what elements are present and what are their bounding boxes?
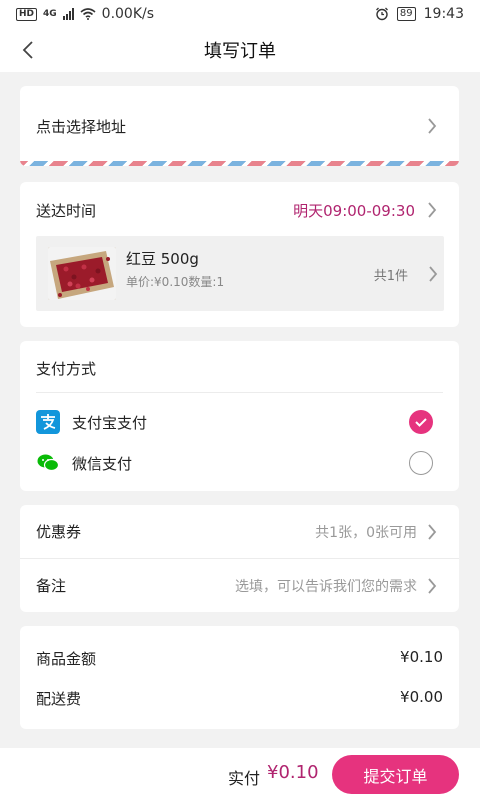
address-label: 点击选择地址 (36, 118, 127, 136)
wifi-icon (80, 8, 96, 20)
goods-amount-row: 商品金额 ¥0.10 (36, 648, 443, 670)
radio-checked-icon[interactable] (409, 410, 433, 434)
goods-amount-label: 商品金额 (36, 650, 97, 668)
address-selector[interactable]: 点击选择地址 (20, 86, 459, 166)
goods-amount-value: ¥0.10 (400, 648, 443, 666)
payment-option-label: 支付宝支付 (72, 413, 148, 432)
submit-order-button[interactable]: 提交订单 (332, 755, 459, 794)
hd-badge: HD (16, 7, 38, 21)
chevron-right-icon (428, 578, 437, 594)
price-summary-card: 商品金额 ¥0.10 配送费 ¥0.00 (20, 626, 459, 729)
checkout-bar: 实付 ¥0.10 提交订单 (0, 748, 480, 800)
clock: 19:43 (423, 6, 464, 22)
total-label: 实付 (228, 769, 261, 788)
extras-card: 优惠券 共1张，0张可用 备注 选填，可以告诉我们您的需求 (20, 505, 459, 612)
chevron-right-icon (429, 266, 438, 282)
chevron-right-icon[interactable] (427, 202, 437, 218)
radio-unchecked-icon[interactable] (409, 451, 433, 475)
payment-method-title: 支付方式 (36, 360, 97, 378)
coupon-value: 共1张，0张可用 (315, 525, 417, 541)
product-image (48, 247, 116, 300)
airmail-border (20, 161, 459, 166)
payment-option-alipay[interactable]: 支付宝支付 (36, 407, 443, 437)
divider (36, 392, 443, 393)
note-row[interactable]: 备注 选填，可以告诉我们您的需求 (20, 559, 459, 612)
payment-option-wechat[interactable]: 微信支付 (36, 448, 443, 478)
product-price-quantity: 单价:¥0.10数量:1 (126, 275, 225, 289)
status-bar: HD 4G 0.00K/s 89 19:43 (0, 0, 480, 28)
shipping-fee-row: 配送费 ¥0.00 (36, 688, 443, 710)
alipay-icon (36, 410, 60, 434)
nav-bar: 填写订单 (0, 28, 480, 72)
product-count: 共1件 (373, 269, 408, 284)
chevron-right-icon (428, 118, 437, 134)
alarm-icon (375, 7, 388, 21)
back-button[interactable] (14, 36, 42, 64)
delivery-time-label: 送达时间 (36, 202, 97, 220)
shipping-fee-value: ¥0.00 (400, 688, 443, 706)
coupon-row[interactable]: 优惠券 共1张，0张可用 (20, 505, 459, 558)
shipping-fee-label: 配送费 (36, 690, 82, 708)
product-item[interactable]: 红豆 500g 单价:¥0.10数量:1 共1件 (36, 236, 444, 311)
delivery-time-value[interactable]: 明天09:00-09:30 (293, 200, 415, 221)
note-label: 备注 (36, 577, 67, 595)
product-name: 红豆 500g (126, 250, 199, 268)
chevron-left-icon (22, 41, 33, 59)
payment-card: 支付方式 支付宝支付 微信支付 (20, 341, 459, 491)
coupon-label: 优惠券 (36, 523, 82, 541)
network-type: 4G (43, 9, 57, 19)
chevron-right-icon (428, 524, 437, 540)
wechat-icon (36, 451, 60, 475)
total-value: ¥0.10 (267, 762, 319, 783)
signal-icon (62, 8, 74, 20)
battery-icon: 89 (396, 7, 416, 21)
payment-option-label: 微信支付 (72, 454, 133, 473)
delivery-card: 送达时间 明天09:00-09:30 红豆 500g 单价:¥0.10数量:1 … (20, 182, 459, 327)
note-input[interactable]: 选填，可以告诉我们您的需求 (235, 576, 417, 596)
network-speed: 0.00K/s (101, 6, 155, 22)
page-title: 填写订单 (204, 41, 276, 62)
